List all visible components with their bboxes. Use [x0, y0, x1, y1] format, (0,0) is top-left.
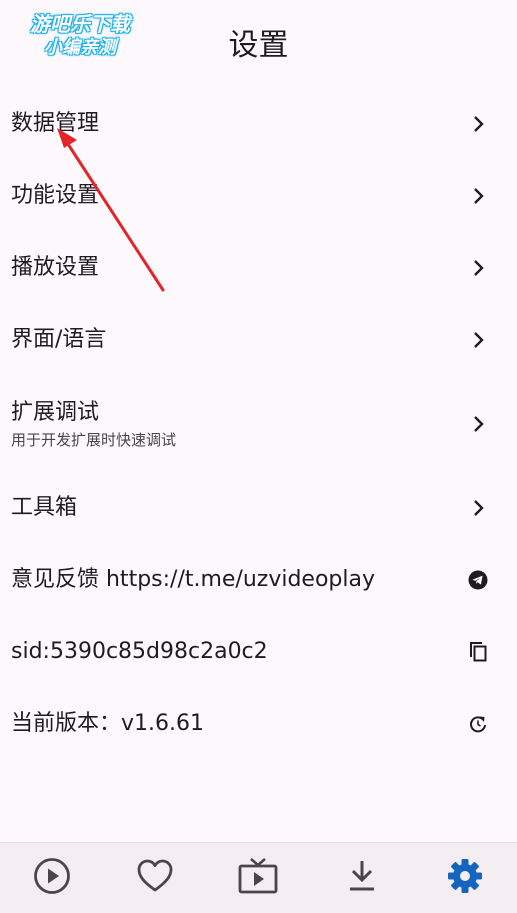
refresh-icon[interactable] — [468, 714, 488, 734]
settings-list: 数据管理 功能设置 播放设置 界面/语言 扩展调试 用于开发扩展时快速调试 工具… — [0, 88, 517, 760]
chevron-right-icon — [468, 258, 488, 278]
chevron-right-icon — [468, 498, 488, 518]
settings-item-label: 播放设置 — [11, 255, 100, 280]
chevron-right-icon — [468, 330, 488, 350]
tab-download[interactable] — [332, 848, 392, 908]
telegram-icon — [468, 570, 488, 590]
settings-item-label: 当前版本：v1.6.61 — [11, 711, 204, 736]
settings-item-interface-language[interactable]: 界面/语言 — [0, 304, 517, 376]
download-icon — [346, 858, 378, 898]
play-circle-icon — [33, 857, 71, 899]
tab-play[interactable] — [22, 848, 82, 908]
settings-item-label: 数据管理 — [11, 111, 100, 136]
settings-item-data-management[interactable]: 数据管理 — [0, 88, 517, 160]
settings-item-label: sid:5390c85d98c2a0c2 — [11, 639, 268, 664]
settings-item-extension-debug[interactable]: 扩展调试 用于开发扩展时快速调试 — [0, 376, 517, 472]
copy-icon[interactable] — [468, 642, 488, 662]
settings-item-function[interactable]: 功能设置 — [0, 160, 517, 232]
settings-item-label: 功能设置 — [11, 183, 100, 208]
chevron-right-icon — [468, 114, 488, 134]
gear-icon — [446, 857, 484, 899]
settings-item-version[interactable]: 当前版本：v1.6.61 — [0, 688, 517, 760]
watermark: 游吧乐下载 小编亲测 — [14, 12, 146, 60]
chevron-right-icon — [468, 414, 488, 434]
tab-settings[interactable] — [435, 848, 495, 908]
settings-item-label: 工具箱 — [11, 495, 78, 520]
settings-item-toolbox[interactable]: 工具箱 — [0, 472, 517, 544]
settings-item-subtitle: 用于开发扩展时快速调试 — [11, 431, 177, 449]
tab-favorites[interactable] — [125, 848, 185, 908]
settings-item-playback[interactable]: 播放设置 — [0, 232, 517, 304]
settings-item-feedback[interactable]: 意见反馈 https://t.me/uzvideoplay — [0, 544, 517, 616]
settings-item-label: 界面/语言 — [11, 327, 107, 352]
settings-item-label: 扩展调试 — [11, 400, 100, 425]
watermark-line-1: 游吧乐下载 — [30, 12, 130, 36]
heart-icon — [136, 858, 174, 898]
bottom-navigation — [0, 842, 517, 913]
watermark-line-2: 小编亲测 — [44, 37, 116, 58]
chevron-right-icon — [468, 186, 488, 206]
settings-item-label: 意见反馈 https://t.me/uzvideoplay — [11, 567, 376, 592]
tab-tv[interactable] — [228, 848, 288, 908]
settings-item-sid[interactable]: sid:5390c85d98c2a0c2 — [0, 616, 517, 688]
tv-icon — [237, 856, 279, 900]
